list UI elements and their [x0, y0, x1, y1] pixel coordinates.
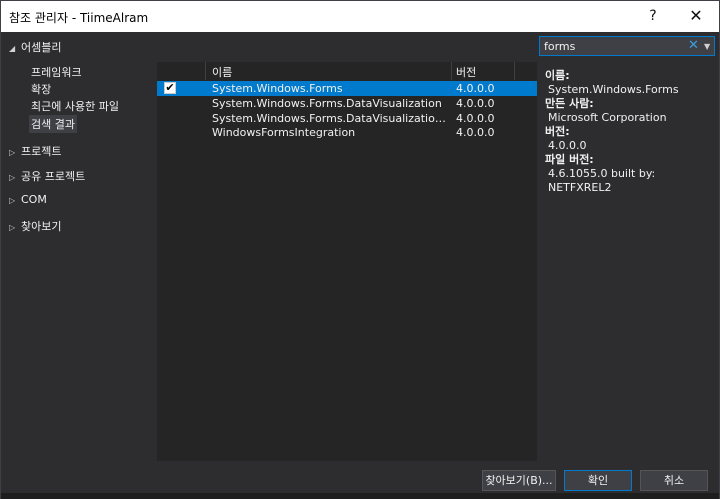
ok-button[interactable]: 확인: [564, 470, 632, 491]
category-nav: ◢ 어셈블리 프레임워크 확장 최근에 사용한 파일 검색 결과 ▷ 프로젝트 ▷ 공…: [1, 32, 157, 462]
nav-item-extensions[interactable]: 확장: [29, 80, 53, 98]
column-separator[interactable]: [514, 62, 515, 80]
assembly-name: WindowsFormsIntegration: [212, 126, 356, 139]
details-panel: 이름: System.Windows.Forms 만든 사람: Microsof…: [545, 69, 717, 195]
include-checkbox[interactable]: ✔: [164, 82, 176, 94]
assembly-version: 4.0.0.0: [456, 97, 495, 110]
column-header-version[interactable]: 버전: [456, 64, 476, 80]
assembly-name: System.Windows.Forms.DataVisualization.D…: [212, 112, 449, 125]
assembly-name: System.Windows.Forms.DataVisualization: [212, 97, 442, 110]
nav-group-label: COM: [21, 193, 47, 206]
collapsed-arrow-icon: ▷: [9, 173, 16, 182]
table-row[interactable]: ✔ System.Windows.Forms 4.0.0.0: [157, 81, 537, 96]
search-input[interactable]: [544, 39, 684, 54]
assembly-version: 4.0.0.0: [456, 112, 495, 125]
nav-group-label: 프로젝트: [21, 145, 62, 158]
nav-group-projects[interactable]: ▷ 프로젝트: [9, 143, 61, 159]
table-row[interactable]: WindowsFormsIntegration 4.0.0.0: [157, 125, 537, 140]
nav-group-label: 찾아보기: [21, 220, 62, 233]
nav-group-label: 어셈블리: [21, 41, 62, 54]
nav-group-assemblies[interactable]: ◢ 어셈블리: [9, 39, 61, 55]
detail-author-value: Microsoft Corporation: [548, 111, 667, 124]
nav-item-recent[interactable]: 최근에 사용한 파일: [29, 97, 121, 115]
reference-manager-window: 참조 관리자 - TiimeAlram ? ✕ ◢ 어셈블리 프레임워크 확장 최…: [0, 0, 720, 499]
detail-file-version-value: 4.6.1055.0 built by: NETFXREL2: [548, 167, 656, 194]
nav-group-shared-projects[interactable]: ▷ 공유 프로젝트: [9, 168, 85, 184]
table-row[interactable]: System.Windows.Forms.DataVisualization.D…: [157, 111, 537, 126]
background-editor-strip: [1, 493, 719, 499]
column-separator[interactable]: [451, 62, 452, 80]
clear-search-icon[interactable]: ✕: [688, 38, 699, 54]
detail-file-version-label: 파일 버전:: [545, 153, 594, 166]
column-separator[interactable]: [205, 62, 206, 80]
nav-item-framework[interactable]: 프레임워크: [29, 63, 84, 81]
search-box[interactable]: ✕ ▼: [539, 36, 715, 56]
expanded-arrow-icon: ◢: [9, 44, 16, 53]
assembly-version: 4.0.0.0: [456, 126, 495, 139]
table-row[interactable]: System.Windows.Forms.DataVisualization 4…: [157, 96, 537, 111]
cancel-button[interactable]: 취소: [640, 470, 708, 491]
assembly-name: System.Windows.Forms: [212, 82, 343, 95]
assembly-version: 4.0.0.0: [456, 82, 495, 95]
collapsed-arrow-icon: ▷: [9, 223, 16, 232]
detail-name-label: 이름:: [545, 69, 570, 82]
detail-name-value: System.Windows.Forms: [548, 83, 679, 96]
close-icon[interactable]: ✕: [684, 5, 708, 27]
help-icon[interactable]: ?: [641, 5, 665, 27]
browse-button[interactable]: 찾아보기(B)...: [482, 470, 556, 491]
nav-group-browse[interactable]: ▷ 찾아보기: [9, 218, 61, 234]
collapsed-arrow-icon: ▷: [9, 196, 16, 205]
assembly-list: 이름 버전 ✔ System.Windows.Forms 4.0.0.0 Sys…: [157, 62, 537, 461]
nav-item-search-results[interactable]: 검색 결과: [29, 115, 77, 133]
nav-group-com[interactable]: ▷ COM: [9, 193, 47, 206]
nav-group-label: 공유 프로젝트: [21, 170, 86, 183]
detail-author-label: 만든 사람:: [545, 97, 594, 110]
title-bar: 참조 관리자 - TiimeAlram ? ✕: [1, 1, 719, 32]
window-title: 참조 관리자 - TiimeAlram: [9, 11, 149, 25]
list-header: 이름 버전: [157, 62, 537, 80]
collapsed-arrow-icon: ▷: [9, 148, 16, 157]
search-options-dropdown-icon[interactable]: ▼: [704, 39, 710, 55]
detail-version-value: 4.0.0.0: [548, 139, 587, 152]
column-header-name[interactable]: 이름: [212, 64, 232, 80]
detail-version-label: 버전:: [545, 125, 570, 138]
